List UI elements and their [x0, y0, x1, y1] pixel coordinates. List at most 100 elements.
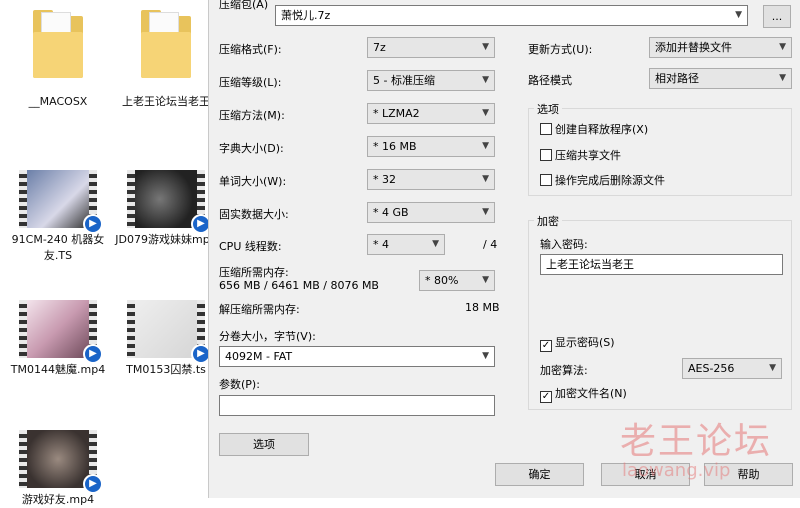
- update-value: 添加并替换文件: [655, 41, 732, 54]
- video-file-icon: ▶: [19, 300, 103, 364]
- split-label: 分卷大小，字节(V):: [219, 330, 316, 343]
- dict-combo[interactable]: * 16 MB ▼: [367, 136, 495, 157]
- level-label: 压缩等级(L):: [219, 76, 282, 89]
- checkbox-box: [540, 123, 552, 135]
- create-sfx-checkbox[interactable]: 创建自释放程序(X): [540, 122, 648, 138]
- play-badge-icon: ▶: [83, 344, 103, 364]
- decomp-label: 解压缩所需内存:: [219, 303, 300, 316]
- ok-button[interactable]: 确定: [495, 463, 584, 486]
- video-file-icon: ▶: [127, 300, 211, 364]
- desktop-video-tm0153[interactable]: ▶ TM0153囚禁.ts: [114, 300, 218, 378]
- chevron-down-icon: ▼: [482, 75, 489, 85]
- video-file-icon: ▶: [19, 430, 103, 494]
- word-combo[interactable]: * 32 ▼: [367, 169, 495, 190]
- method-combo[interactable]: * LZMA2 ▼: [367, 103, 495, 124]
- video-file-icon: ▶: [127, 170, 211, 234]
- solid-combo[interactable]: * 4 GB ▼: [367, 202, 495, 223]
- browse-button[interactable]: ...: [763, 5, 791, 28]
- mem-label: 压缩所需内存:: [219, 266, 289, 279]
- desktop-folder-macosx[interactable]: __MACOSX: [6, 10, 110, 110]
- split-value: 4092M - FAT: [225, 350, 293, 363]
- create-sfx-label: 创建自释放程序(X): [555, 123, 649, 136]
- chevron-down-icon: ▼: [482, 351, 489, 361]
- desktop-video-91cm[interactable]: ▶ 91CM-240 机器女友.TS: [6, 170, 110, 264]
- threads-value: * 4: [373, 238, 389, 251]
- mem-percent-value: * 80%: [425, 274, 459, 287]
- enc-method-combo[interactable]: AES-256 ▼: [682, 358, 782, 379]
- path-value: 相对路径: [655, 72, 699, 85]
- show-password-label: 显示密码(S): [555, 336, 615, 349]
- word-value: * 32: [373, 173, 396, 186]
- play-badge-icon: ▶: [83, 474, 103, 494]
- chevron-down-icon: ▼: [735, 10, 742, 20]
- threads-label: CPU 线程数:: [219, 240, 282, 253]
- play-badge-icon: ▶: [83, 214, 103, 234]
- method-value: * LZMA2: [373, 107, 420, 120]
- threads-total: / 4: [483, 238, 498, 251]
- show-password-checkbox[interactable]: ✓ 显示密码(S): [540, 335, 615, 352]
- update-label: 更新方式(U):: [528, 43, 593, 56]
- options-button[interactable]: 选项: [219, 433, 309, 456]
- chevron-down-icon: ▼: [769, 363, 776, 373]
- encrypt-names-checkbox[interactable]: ✓ 加密文件名(N): [540, 386, 627, 403]
- chevron-down-icon: ▼: [482, 108, 489, 118]
- watermark-text: 老王论坛: [620, 421, 773, 462]
- update-combo[interactable]: 添加并替换文件 ▼: [649, 37, 792, 58]
- desktop-video-youxi[interactable]: ▶ 游戏好友.mp4: [6, 430, 110, 508]
- chevron-down-icon: ▼: [482, 275, 489, 285]
- format-combo[interactable]: 7z ▼: [367, 37, 495, 58]
- archive-name-combo[interactable]: 萧悦儿.7z ▼: [275, 5, 748, 26]
- delete-after-label: 操作完成后删除源文件: [555, 174, 665, 187]
- enc-method-value: AES-256: [688, 362, 735, 375]
- solid-value: * 4 GB: [373, 206, 409, 219]
- folder-icon: [141, 10, 191, 80]
- compress-shared-checkbox[interactable]: 压缩共享文件: [540, 148, 621, 164]
- solid-label: 固实数据大小:: [219, 208, 289, 221]
- word-label: 单词大小(W):: [219, 175, 287, 188]
- chevron-down-icon: ▼: [482, 174, 489, 184]
- password-input[interactable]: 上老王论坛当老王: [540, 254, 783, 275]
- desktop-folder-laowang[interactable]: 上老王论坛当老王: [114, 10, 218, 110]
- options-group-title: 选项: [534, 101, 562, 117]
- format-value: 7z: [373, 41, 386, 54]
- desktop-folder-label: 上老王论坛当老王: [122, 95, 210, 108]
- encryption-group-title: 加密: [534, 213, 562, 229]
- chevron-down-icon: ▼: [432, 239, 439, 249]
- format-label: 压缩格式(F):: [219, 43, 282, 56]
- archive-name-value: 萧悦儿.7z: [281, 9, 331, 22]
- mem-value: 656 MB / 6461 MB / 8076 MB: [219, 279, 379, 292]
- mem-percent-combo[interactable]: * 80% ▼: [419, 270, 495, 291]
- archive-label: 压缩包(A): [219, 0, 269, 11]
- threads-combo[interactable]: * 4 ▼: [367, 234, 445, 255]
- params-label: 参数(P):: [219, 378, 260, 391]
- chevron-down-icon: ▼: [779, 42, 786, 52]
- compress-shared-label: 压缩共享文件: [555, 149, 621, 162]
- decomp-value: 18 MB: [465, 301, 500, 314]
- path-label: 路径模式: [528, 74, 572, 87]
- path-combo[interactable]: 相对路径 ▼: [649, 68, 792, 89]
- dict-label: 字典大小(D):: [219, 142, 284, 155]
- params-input[interactable]: [219, 395, 495, 416]
- enc-method-label: 加密算法:: [540, 364, 588, 377]
- chevron-down-icon: ▼: [482, 42, 489, 52]
- chevron-down-icon: ▼: [779, 73, 786, 83]
- desktop-video-label: JD079游戏妹妹mp4: [115, 233, 217, 246]
- desktop-video-jd079[interactable]: ▶ JD079游戏妹妹mp4: [114, 170, 218, 248]
- desktop-video-label: TM0144魅魔.mp4: [10, 363, 106, 376]
- method-label: 压缩方法(M):: [219, 109, 285, 122]
- checkbox-box: [540, 174, 552, 186]
- chevron-down-icon: ▼: [482, 141, 489, 151]
- level-combo[interactable]: 5 - 标准压缩 ▼: [367, 70, 495, 91]
- watermark-url: laowang.vip: [622, 460, 731, 481]
- delete-after-checkbox[interactable]: 操作完成后删除源文件: [540, 173, 665, 189]
- encrypt-names-label: 加密文件名(N): [555, 387, 627, 400]
- desktop-video-label: TM0153囚禁.ts: [126, 363, 206, 376]
- desktop-folder-label: __MACOSX: [28, 95, 88, 108]
- password-label: 输入密码:: [540, 238, 588, 251]
- desktop-video-label: 游戏好友.mp4: [21, 493, 95, 506]
- desktop-video-tm0144[interactable]: ▶ TM0144魅魔.mp4: [6, 300, 110, 378]
- video-file-icon: ▶: [19, 170, 103, 234]
- check-icon: ✓: [540, 340, 552, 352]
- split-combo[interactable]: 4092M - FAT ▼: [219, 346, 495, 367]
- desktop: __MACOSX 上老王论坛当老王 ▶ 91CM-240 机器女友.TS ▶ J…: [0, 0, 217, 506]
